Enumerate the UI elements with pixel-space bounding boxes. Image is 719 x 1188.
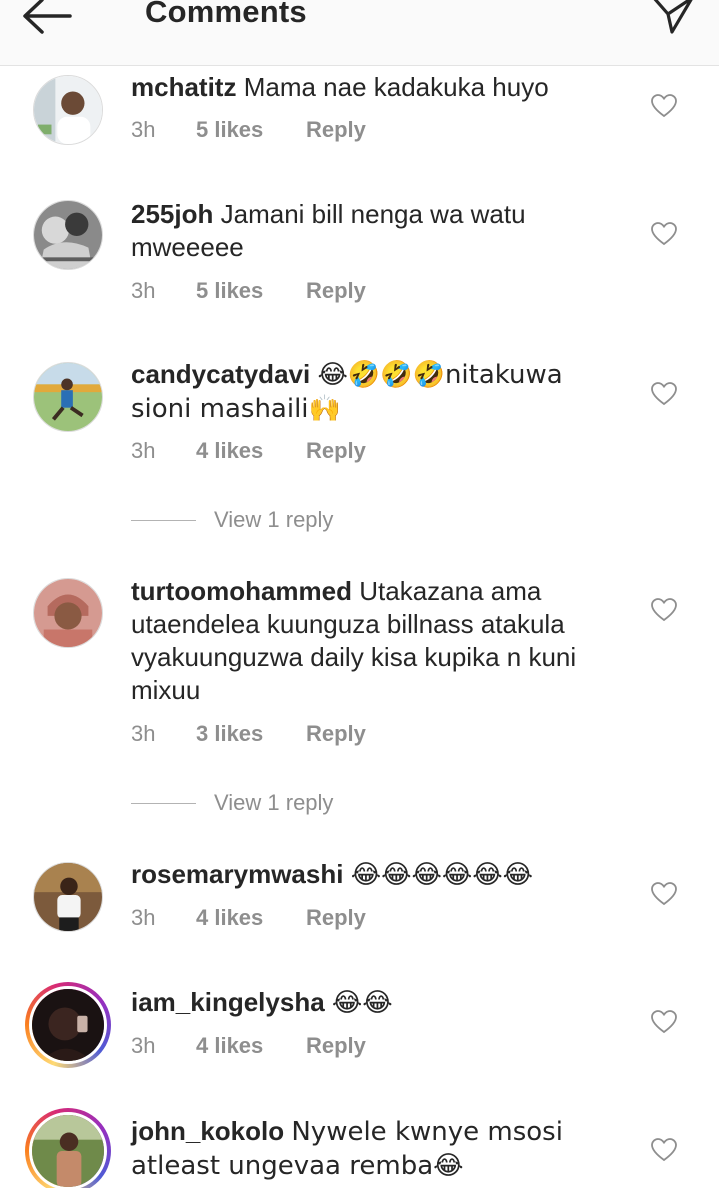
comment-time: 3h	[131, 1033, 156, 1058]
heart-outline-icon[interactable]	[651, 222, 677, 246]
comment-time: 3h	[131, 721, 156, 746]
comment-time: 3h	[131, 438, 156, 463]
comment-likes[interactable]: 3 likes	[196, 719, 263, 749]
reply-button[interactable]: Reply	[306, 115, 366, 145]
reply-divider	[131, 520, 196, 521]
comment-text: Mama nae kadakuka huyo	[243, 72, 549, 102]
comment-text: 😂😂	[331, 988, 393, 1018]
avatar[interactable]	[33, 362, 103, 432]
heart-outline-icon[interactable]	[651, 882, 677, 906]
send-direct-icon[interactable]	[650, 0, 696, 36]
comment-time: 3h	[131, 117, 156, 142]
reply-button[interactable]: Reply	[306, 436, 366, 466]
comment-time: 3h	[131, 905, 156, 930]
comment-likes[interactable]: 4 likes	[196, 903, 263, 933]
comment-username[interactable]: john_kokolo	[131, 1116, 284, 1146]
reply-button[interactable]: Reply	[306, 903, 366, 933]
comment-username[interactable]: iam_kingelysha	[131, 987, 325, 1017]
view-replies-label: View 1 reply	[214, 507, 334, 532]
reply-button[interactable]: Reply	[306, 276, 366, 306]
reply-divider	[131, 803, 196, 804]
comment-likes[interactable]: 5 likes	[196, 276, 263, 306]
comment-likes[interactable]: 5 likes	[196, 115, 263, 145]
back-arrow-icon[interactable]	[20, 0, 76, 36]
view-replies-label: View 1 reply	[214, 790, 334, 815]
heart-outline-icon[interactable]	[651, 1010, 677, 1034]
heart-outline-icon[interactable]	[651, 1138, 677, 1162]
comment-username[interactable]: 255joh	[131, 199, 213, 229]
reply-button[interactable]: Reply	[306, 719, 366, 749]
avatar-story-ring[interactable]	[25, 1108, 111, 1188]
avatar[interactable]	[33, 578, 103, 648]
comment-likes[interactable]: 4 likes	[196, 1031, 263, 1061]
comment-username[interactable]: rosemarymwashi	[131, 859, 343, 889]
page-title: Comments	[145, 0, 307, 29]
reply-button[interactable]: Reply	[306, 1031, 366, 1061]
heart-outline-icon[interactable]	[651, 94, 677, 118]
comment-username[interactable]: turtoomohammed	[131, 576, 352, 606]
avatar[interactable]	[33, 75, 103, 145]
heart-outline-icon[interactable]	[651, 598, 677, 622]
avatar-story-ring[interactable]	[25, 982, 111, 1068]
comment-text: 😂😂😂😂😂😂	[350, 860, 533, 890]
view-replies-button[interactable]: View 1 reply	[131, 505, 431, 535]
view-replies-button[interactable]: View 1 reply	[131, 788, 431, 818]
comment-time: 3h	[131, 278, 156, 303]
avatar[interactable]	[33, 200, 103, 270]
comment-likes[interactable]: 4 likes	[196, 436, 263, 466]
avatar[interactable]	[33, 862, 103, 932]
comment-username[interactable]: candycatydavi	[131, 359, 310, 389]
comment-username[interactable]: mchatitz	[131, 72, 236, 102]
heart-outline-icon[interactable]	[651, 382, 677, 406]
comments-header: Comments	[0, 0, 719, 66]
